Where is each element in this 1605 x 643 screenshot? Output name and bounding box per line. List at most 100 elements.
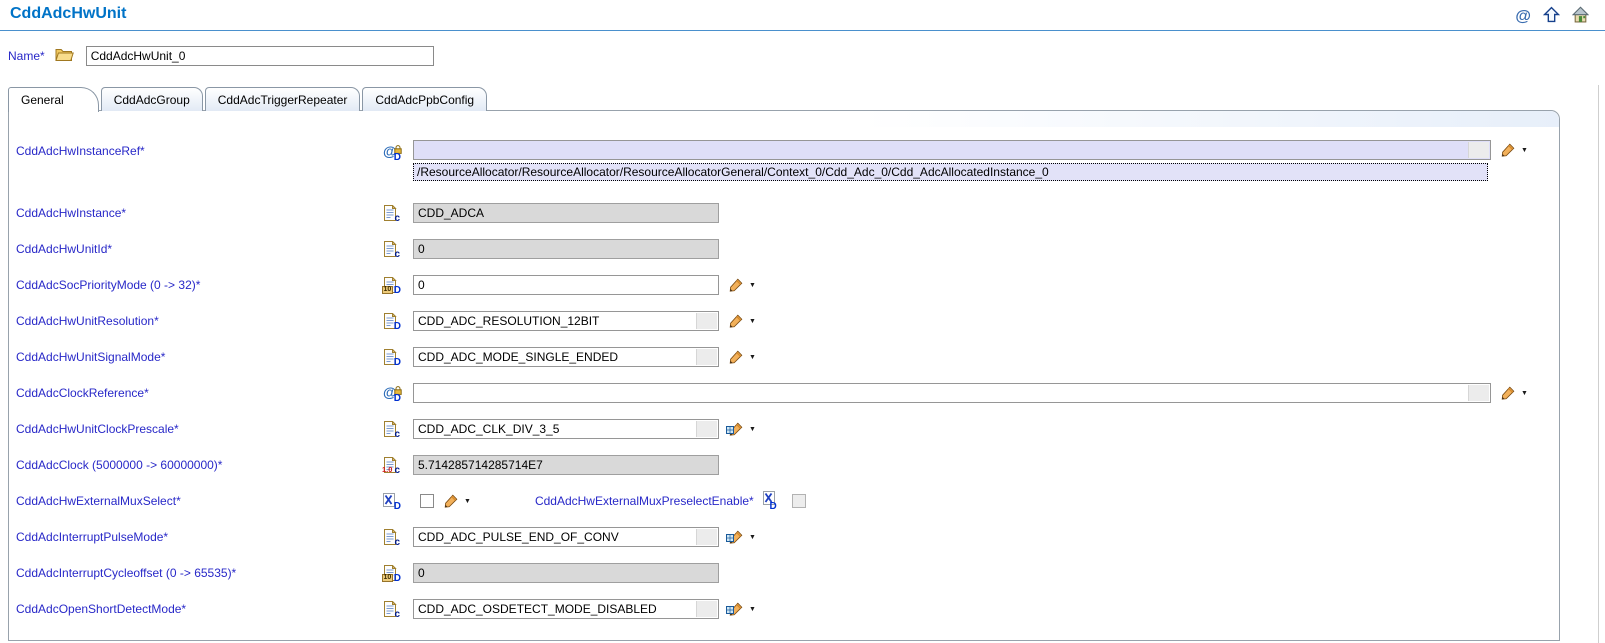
form-row-cddadchwunitresolution: CddAdcHwUnitResolution* D ▼ bbox=[9, 303, 1559, 339]
combo-button[interactable] bbox=[696, 349, 717, 365]
form-row-cddadchwinstance: CddAdcHwInstance* c bbox=[9, 195, 1559, 231]
combo-button[interactable] bbox=[696, 529, 717, 545]
form-row-cddadchwunitid: CddAdcHwUnitId* c bbox=[9, 231, 1559, 267]
param-label: CddAdcInterruptCycleoffset (0 -> 65535)* bbox=[9, 566, 383, 580]
home-icon[interactable] bbox=[1572, 6, 1589, 28]
edit-pencil-icon[interactable] bbox=[728, 314, 743, 329]
param-label: CddAdcClockReference* bbox=[9, 386, 383, 400]
checkbox[interactable] bbox=[420, 494, 434, 508]
name-label: Name* bbox=[8, 49, 45, 63]
form-row-cddadcinterruptcycleoffset-0-65535: CddAdcInterruptCycleoffset (0 -> 65535)*… bbox=[9, 555, 1559, 591]
param-combo-value[interactable] bbox=[414, 141, 1490, 159]
form-row-cddadchwexternalmuxselect: CddAdcHwExternalMuxSelect* D ▼CddAdcHwEx… bbox=[9, 483, 1559, 519]
param-combo-field[interactable] bbox=[413, 347, 719, 367]
pencil-dropdown-arrow-icon[interactable]: ▼ bbox=[749, 354, 756, 361]
pencil-dropdown-arrow-icon[interactable]: ▼ bbox=[1521, 147, 1528, 154]
param-label: CddAdcHwUnitClockPrescale* bbox=[9, 422, 383, 436]
param-combo-value[interactable] bbox=[414, 600, 718, 618]
integer-derived-icon: 10D bbox=[383, 565, 400, 582]
param-label: CddAdcHwExternalMuxSelect* bbox=[9, 494, 383, 508]
integer-derived-icon: 10D bbox=[383, 277, 400, 294]
pencil-dropdown-arrow-icon[interactable]: ▼ bbox=[749, 426, 756, 433]
calculated-param-icon: c bbox=[383, 205, 400, 222]
param-label: CddAdcHwInstance* bbox=[9, 206, 383, 220]
pencil-dropdown-arrow-icon[interactable]: ▼ bbox=[749, 606, 756, 613]
param-value-field bbox=[413, 563, 719, 583]
pencil-dropdown-arrow-icon[interactable]: ▼ bbox=[464, 498, 471, 505]
edit-pencil-icon[interactable] bbox=[728, 278, 743, 293]
form-row-cddadchwunitsignalmode: CddAdcHwUnitSignalMode* D ▼ bbox=[9, 339, 1559, 375]
up-arrow-icon[interactable] bbox=[1543, 6, 1560, 28]
reference-derived-icon: @ D bbox=[383, 144, 400, 161]
param-combo-value[interactable] bbox=[414, 384, 1490, 402]
pencil-dropdown-arrow-icon[interactable]: ▼ bbox=[749, 318, 756, 325]
edit-pencil-control: ▼ bbox=[1500, 143, 1528, 158]
param-label: CddAdcClock (5000000 -> 60000000)* bbox=[9, 458, 383, 472]
param-label: CddAdcSocPriorityMode (0 -> 32)* bbox=[9, 278, 383, 292]
combo-button[interactable] bbox=[696, 601, 717, 617]
param-label: CddAdcOpenShortDetectMode* bbox=[9, 602, 383, 616]
form-rows: CddAdcHwInstanceRef*@ D ▼/ResourceAlloca… bbox=[9, 127, 1559, 627]
tab-cddadctriggerrepeater[interactable]: CddAdcTriggerRepeater bbox=[205, 87, 361, 111]
param-label: CddAdcHwInstanceRef* bbox=[9, 144, 383, 158]
param-combo-value[interactable] bbox=[414, 348, 718, 366]
tab-general[interactable]: General bbox=[8, 87, 99, 112]
pencil-dropdown-arrow-icon[interactable]: ▼ bbox=[1521, 390, 1528, 397]
param-value-field bbox=[413, 203, 719, 223]
edit-pencil-control: ▼ bbox=[728, 422, 756, 437]
edit-pencil-control: ▼ bbox=[1500, 386, 1528, 401]
boolean-derived-icon: D bbox=[383, 493, 400, 510]
float-calculated-icon: 1.0c bbox=[383, 457, 400, 474]
param-combo-field[interactable] bbox=[413, 599, 719, 619]
param-value-field[interactable] bbox=[413, 275, 719, 295]
tab-bar: General CddAdcGroup CddAdcTriggerRepeate… bbox=[8, 86, 1560, 111]
edit-pencil-control: ▼ bbox=[728, 530, 756, 545]
form-row-cddadchwunitclockprescale: CddAdcHwUnitClockPrescale* c ▼ bbox=[9, 411, 1559, 447]
edit-pencil-icon[interactable] bbox=[443, 494, 458, 509]
enum-derived-icon: D bbox=[383, 313, 400, 330]
pencil-dropdown-arrow-icon[interactable]: ▼ bbox=[749, 282, 756, 289]
reference-derived-icon: @ D bbox=[383, 385, 400, 402]
form-row-cddadcinterruptpulsemode: CddAdcInterruptPulseMode* c ▼ bbox=[9, 519, 1559, 555]
tab-cddadcppbconfig[interactable]: CddAdcPpbConfig bbox=[362, 87, 487, 111]
edit-pencil-control: ▼ bbox=[728, 278, 756, 293]
param-combo-field[interactable] bbox=[413, 419, 719, 439]
combo-button[interactable] bbox=[696, 313, 717, 329]
edit-calculated-pencil-icon[interactable] bbox=[728, 602, 743, 617]
form-row-cddadchwinstanceref: CddAdcHwInstanceRef*@ D ▼/ResourceAlloca… bbox=[9, 137, 1559, 195]
edit-pencil-icon[interactable] bbox=[1500, 386, 1515, 401]
param-value-field bbox=[413, 239, 719, 259]
edit-calculated-pencil-icon[interactable] bbox=[728, 530, 743, 545]
combo-button[interactable] bbox=[1468, 385, 1489, 401]
param-combo-field[interactable] bbox=[413, 383, 1491, 403]
page-title: CddAdcHwUnit bbox=[10, 5, 126, 23]
tab-content-panel: CddAdcHwInstanceRef*@ D ▼/ResourceAlloca… bbox=[8, 110, 1560, 641]
edit-pencil-icon[interactable] bbox=[1500, 143, 1515, 158]
edit-pencil-control: ▼ bbox=[728, 602, 756, 617]
param-combo-value[interactable] bbox=[414, 528, 718, 546]
param-combo-value[interactable] bbox=[414, 420, 718, 438]
param-label: CddAdcHwUnitId* bbox=[9, 242, 383, 256]
calculated-param-icon: c bbox=[383, 241, 400, 258]
param-combo-field[interactable] bbox=[413, 140, 1491, 160]
name-input[interactable] bbox=[86, 46, 434, 66]
combo-button[interactable] bbox=[696, 421, 717, 437]
form-row-cddadcsocprioritymode-0-32: CddAdcSocPriorityMode (0 -> 32)* 10D ▼ bbox=[9, 267, 1559, 303]
boolean-derived-icon: D bbox=[763, 493, 776, 510]
edit-pencil-icon[interactable] bbox=[728, 350, 743, 365]
form-row-cddadcclockreference: CddAdcClockReference*@ D ▼ bbox=[9, 375, 1559, 411]
param-value-field bbox=[413, 455, 719, 475]
pencil-dropdown-arrow-icon[interactable]: ▼ bbox=[749, 534, 756, 541]
edit-calculated-pencil-icon[interactable] bbox=[728, 422, 743, 437]
combo-button[interactable] bbox=[1468, 142, 1489, 158]
edit-pencil-control: ▼ bbox=[443, 494, 471, 509]
at-icon[interactable]: @ bbox=[1515, 9, 1531, 25]
tab-cddadcgroup[interactable]: CddAdcGroup bbox=[101, 87, 203, 111]
param-combo-value[interactable] bbox=[414, 312, 718, 330]
param-combo-field[interactable] bbox=[413, 311, 719, 331]
edit-pencil-control: ▼ bbox=[728, 350, 756, 365]
param-combo-field[interactable] bbox=[413, 527, 719, 547]
calculated-param-icon: c bbox=[383, 421, 400, 438]
tab-folder: General CddAdcGroup CddAdcTriggerRepeate… bbox=[8, 86, 1560, 641]
open-folder-icon bbox=[55, 47, 74, 66]
